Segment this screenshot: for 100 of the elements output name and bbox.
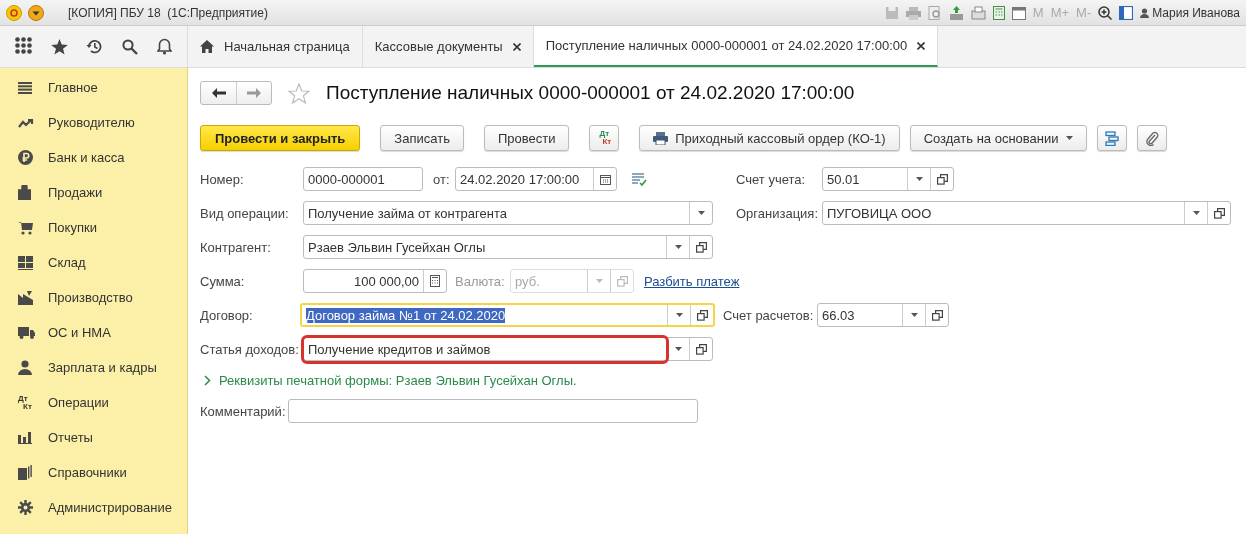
sidebar-item[interactable]: Справочники bbox=[0, 455, 187, 490]
apps-icon[interactable] bbox=[15, 36, 33, 57]
combo-field[interactable]: Получение займа от контрагента bbox=[303, 201, 713, 225]
sidebar-item[interactable]: Банк и касса bbox=[0, 140, 187, 175]
sidebar-label: Справочники bbox=[48, 465, 127, 480]
toolbar-button[interactable]: Записать bbox=[380, 125, 464, 151]
split-payment-link[interactable]: Разбить платеж bbox=[644, 273, 740, 289]
tab[interactable]: Начальная страница bbox=[188, 26, 363, 67]
field-label: Статья доходов: bbox=[200, 341, 300, 357]
list-icon bbox=[18, 81, 32, 94]
star-outline-icon bbox=[288, 82, 310, 104]
create-based-on-button[interactable]: Создать на основании bbox=[909, 125, 1087, 151]
caret-icon bbox=[910, 313, 918, 317]
caret-icon bbox=[697, 211, 705, 215]
trend-icon bbox=[18, 117, 34, 128]
caret-icon bbox=[674, 245, 682, 249]
field-label: Организация: bbox=[736, 205, 820, 221]
search-icon bbox=[122, 38, 139, 55]
printer-icon bbox=[905, 5, 921, 20]
paperclip-icon bbox=[1144, 130, 1159, 146]
sidebar-label: Зарплата и кадры bbox=[48, 360, 157, 375]
sidebar-item[interactable]: Главное bbox=[0, 70, 187, 105]
tab[interactable]: Поступление наличных 0000-000001 от 24.02.2020 17:00:00 bbox=[533, 26, 939, 67]
print-button[interactable]: Приходный кассовый ордер (КО-1) bbox=[639, 125, 900, 151]
chevron-icon bbox=[204, 374, 211, 386]
post-and-close-button[interactable]: Провести и закрыть bbox=[200, 125, 361, 151]
caret-icon bbox=[595, 279, 603, 283]
sidebar-item[interactable]: ОС и НМА bbox=[0, 315, 187, 350]
structure-button[interactable] bbox=[1096, 125, 1127, 151]
gear-icon bbox=[18, 500, 33, 515]
field-label: Контрагент: bbox=[200, 239, 272, 255]
combo-field[interactable]: Договор займа №1 от 24.02.2020 bbox=[300, 303, 715, 327]
debit-credit-button[interactable]: Дт Кт bbox=[589, 125, 620, 151]
open-window-icon bbox=[616, 275, 628, 287]
close-icon bbox=[512, 42, 521, 51]
date-field[interactable]: 24.02.2020 17:00:00 bbox=[455, 167, 617, 191]
open-window-icon bbox=[695, 343, 707, 355]
zoom-icon bbox=[1098, 5, 1113, 20]
caret-icon bbox=[1192, 211, 1200, 215]
field-label: Валюта: bbox=[455, 273, 506, 289]
calculator-icon bbox=[430, 275, 440, 287]
sidebar-item[interactable]: Зарплата и кадры bbox=[0, 350, 187, 385]
caret-icon bbox=[915, 177, 923, 181]
tab[interactable]: Кассовые документы bbox=[362, 26, 534, 67]
combo-field[interactable]: 100 000,00 bbox=[303, 269, 447, 293]
caret-icon bbox=[1065, 136, 1073, 140]
text-field[interactable]: 0000-000001 bbox=[303, 167, 423, 191]
user-icon bbox=[1140, 7, 1150, 18]
calendar-icon bbox=[599, 173, 611, 185]
caret-icon bbox=[674, 347, 682, 351]
sidebar-label: Отчеты bbox=[48, 430, 93, 445]
sidebar-item[interactable]: Руководителю bbox=[0, 105, 187, 140]
person-icon bbox=[18, 360, 32, 375]
upload-icon bbox=[948, 5, 964, 20]
combo-field[interactable]: Получение кредитов и займов bbox=[303, 337, 713, 361]
sidebar-label: Продажи bbox=[48, 185, 103, 200]
combo-field[interactable]: 50.01 bbox=[822, 167, 954, 191]
toolbar-button[interactable]: Провести bbox=[483, 125, 570, 151]
text-field[interactable] bbox=[288, 399, 698, 423]
field-label: Счет расчетов: bbox=[723, 307, 815, 323]
field-label: Вид операции: bbox=[200, 205, 290, 221]
sidebar-label: Производство bbox=[48, 290, 133, 305]
field-label: Договор: bbox=[200, 307, 254, 323]
print-details-toggle[interactable]: Реквизиты печатной формы: Рзаев Эльвин Гусейхан Оглы. bbox=[204, 372, 577, 388]
star-icon bbox=[50, 38, 68, 55]
attach-button[interactable] bbox=[1136, 125, 1167, 151]
open-window-icon bbox=[931, 309, 943, 321]
field-label: Комментарий: bbox=[200, 403, 287, 419]
document-check-icon bbox=[631, 172, 647, 186]
combo-field[interactable]: Рзаев Эльвин Гусейхан Оглы bbox=[303, 235, 713, 259]
sidebar-item[interactable]: Покупки bbox=[0, 210, 187, 245]
grid-icon bbox=[18, 255, 33, 270]
document-title: Поступление наличных 0000-000001 от 24.02.2020 17:00:00 bbox=[326, 82, 855, 104]
sidebar-item[interactable]: Склад bbox=[0, 245, 187, 280]
open-window-icon bbox=[936, 173, 948, 185]
window-title: [КОПИЯ] ПБУ 18 (1С:Предприятие) bbox=[68, 5, 268, 20]
truck-icon bbox=[18, 326, 35, 339]
sidebar-label: Операции bbox=[48, 395, 109, 410]
field-label: Номер: bbox=[200, 171, 245, 187]
open-window-icon bbox=[695, 241, 707, 253]
sidebar-item[interactable]: Производство bbox=[0, 280, 187, 315]
menu-caret-icon bbox=[28, 4, 44, 21]
panel-icon bbox=[1119, 5, 1134, 20]
sidebar-item[interactable]: Администрирование bbox=[0, 490, 187, 525]
structure-icon bbox=[1104, 130, 1119, 146]
combo-field[interactable]: ПУГОВИЦА ООО bbox=[822, 201, 1231, 225]
sidebar-label: Банк и касса bbox=[48, 150, 125, 165]
user-name[interactable]: Мария Иванова bbox=[1152, 5, 1240, 20]
field-label: от: bbox=[433, 171, 451, 187]
combo-field[interactable]: 66.03 bbox=[817, 303, 949, 327]
app-logo-icon bbox=[6, 4, 22, 21]
sidebar-item[interactable]: Продажи bbox=[0, 175, 187, 210]
sidebar-item[interactable]: Отчеты bbox=[0, 420, 187, 455]
sidebar-label: Руководителю bbox=[48, 115, 135, 130]
save-icon bbox=[884, 5, 899, 20]
preview-icon bbox=[927, 5, 942, 20]
navigation-buttons[interactable] bbox=[200, 81, 272, 105]
books-icon bbox=[18, 465, 32, 480]
factory-icon bbox=[18, 290, 33, 305]
sidebar-item[interactable]: Дт Кт Операции bbox=[0, 385, 187, 420]
